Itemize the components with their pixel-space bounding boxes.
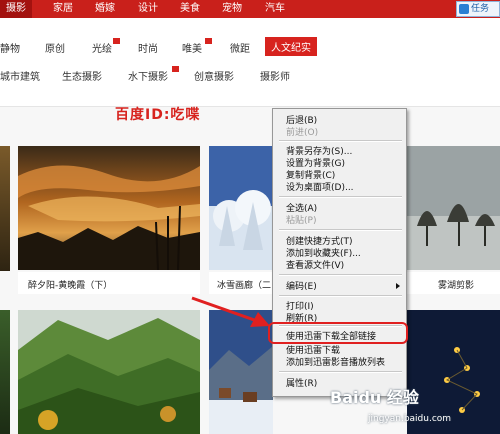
menu-separator: [279, 140, 402, 142]
menu-separator: [279, 229, 402, 231]
red-arrow-icon: [191, 296, 270, 327]
tab-photography[interactable]: 摄影: [0, 0, 32, 18]
sub-photographer[interactable]: 摄影师: [260, 68, 290, 83]
photo-left-edge[interactable]: [0, 310, 10, 434]
menu-item-set-desktop-item[interactable]: 设为桌面项(D)...: [286, 180, 354, 193]
sub-light-painting[interactable]: 光绘: [92, 40, 112, 55]
photo-sunset[interactable]: [18, 146, 200, 270]
sub-aesthetic[interactable]: 唯美: [182, 40, 202, 55]
highlight-annotation: [268, 322, 408, 344]
sub-original[interactable]: 原创: [45, 40, 65, 55]
photo-caption[interactable]: 冰雪画廊（二: [217, 278, 271, 291]
menu-item-encoding[interactable]: 编码(E): [286, 279, 317, 292]
sub-underwater[interactable]: 水下摄影: [128, 68, 168, 83]
menu-separator: [279, 371, 402, 373]
tab-design[interactable]: 设计: [138, 0, 158, 18]
author-watermark: 百度ID:吃喋: [115, 107, 201, 123]
menu-item-properties[interactable]: 属性(R): [286, 376, 317, 389]
menu-separator: [279, 196, 402, 198]
photo-lake-silhouette[interactable]: [407, 146, 500, 270]
sub-humanistic[interactable]: 人文纪实: [265, 37, 317, 56]
submenu-arrow-icon: [396, 283, 400, 289]
menu-separator: [279, 274, 402, 276]
sub-creative[interactable]: 创意摄影: [194, 68, 234, 83]
sub-fashion[interactable]: 时尚: [138, 40, 158, 55]
sub-macro[interactable]: 微距: [230, 40, 250, 55]
sub-still-life[interactable]: 静物: [0, 40, 20, 55]
photo-green-mountains[interactable]: [18, 310, 200, 434]
hot-badge-icon: [113, 38, 120, 44]
task-icon: [459, 4, 469, 14]
photo-caption[interactable]: 雾湖剪影: [438, 278, 474, 291]
baidu-jingyan-url: jingyan.baidu.com: [368, 414, 452, 424]
task-button-label: 任务: [471, 4, 490, 14]
photo-left-edge[interactable]: [0, 146, 10, 271]
baidu-jingyan-logo: Baidu 经验: [330, 388, 419, 407]
tab-pets[interactable]: 宠物: [222, 0, 242, 18]
task-button[interactable]: 任务: [456, 1, 500, 17]
tab-wedding[interactable]: 婚嫁: [95, 0, 115, 18]
menu-separator: [279, 295, 402, 297]
menu-item-view-source[interactable]: 查看源文件(V): [286, 258, 344, 271]
photo-caption[interactable]: 醉夕阳-黄晚霞（下）: [28, 278, 112, 291]
hot-badge-icon: [172, 66, 179, 72]
hot-badge-icon: [205, 38, 212, 44]
photo-snow-forest[interactable]: [209, 146, 273, 270]
tab-cars[interactable]: 汽车: [265, 0, 285, 18]
menu-item-forward[interactable]: 前进(O): [286, 125, 318, 138]
menu-item-paste[interactable]: 粘贴(P): [286, 213, 316, 226]
top-category-nav: 摄影 家居 婚嫁 设计 美食 宠物 汽车 任务: [0, 0, 500, 18]
sub-city-architecture[interactable]: 城市建筑: [0, 68, 40, 83]
context-menu: 后退(B) 前进(O) 背景另存为(S)... 设置为背景(G) 复制背景(C)…: [272, 108, 407, 397]
tab-food[interactable]: 美食: [180, 0, 200, 18]
menu-item-add-thunder-playlist[interactable]: 添加到迅雷影音播放列表: [286, 355, 385, 368]
sub-eco[interactable]: 生态摄影: [62, 68, 102, 83]
tab-home[interactable]: 家居: [53, 0, 73, 18]
sub-category-nav: 静物 原创 光绘 时尚 唯美 微距 人文纪实 城市建筑 生态摄影 水下摄影 创意…: [0, 18, 500, 107]
